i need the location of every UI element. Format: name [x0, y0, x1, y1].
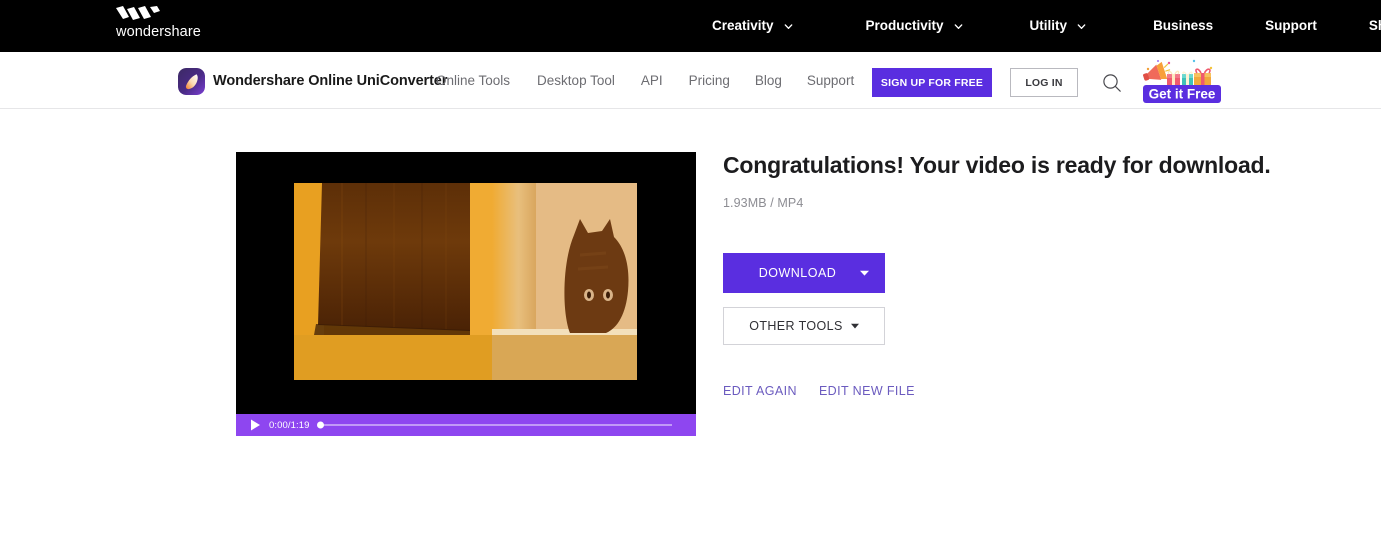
page-title: Congratulations! Your video is ready for… [723, 152, 1271, 178]
top-nav-label: Support [1265, 18, 1317, 34]
product-nav-item-pricing[interactable]: Pricing [689, 73, 730, 88]
top-nav-label: Productivity [865, 18, 944, 34]
file-info-label: 1.93MB / MP4 [723, 195, 804, 210]
video-still-image [294, 183, 637, 380]
top-nav-links: Creativity Productivity Utility Business… [712, 0, 1381, 52]
top-nav-item-shop[interactable]: Shop [1369, 0, 1381, 52]
download-panel: Congratulations! Your video is ready for… [723, 152, 1283, 398]
video-progress-slider[interactable] [316, 419, 672, 431]
wondershare-w-logo-icon [116, 6, 160, 20]
product-nav-item-online-tools[interactable]: Online Tools [436, 73, 510, 88]
video-time-label: 0:00/1:19 [269, 419, 310, 431]
download-button-label: DOWNLOAD [758, 266, 837, 280]
product-nav-links: Online Tools Desktop Tool API Pricing Bl… [436, 73, 854, 88]
top-nav-label: Shop [1368, 18, 1381, 34]
product-title: Wondershare Online UniConverter [213, 73, 448, 89]
chevron-down-icon [954, 23, 962, 29]
product-nav-item-blog[interactable]: Blog [755, 73, 782, 88]
chevron-down-icon [1077, 23, 1086, 29]
caret-down-icon [860, 270, 869, 276]
top-nav-item-productivity[interactable]: Productivity [866, 0, 964, 52]
edit-links: EDIT AGAIN EDIT NEW FILE [723, 384, 915, 398]
top-nav-label: Business [1153, 18, 1214, 34]
top-nav-item-business[interactable]: Business [1153, 0, 1213, 52]
download-button[interactable]: DOWNLOAD [723, 253, 885, 293]
top-nav-label: Creativity [712, 18, 774, 34]
uniconverter-logo-svg [178, 68, 205, 95]
video-thumbnail-frame [294, 183, 637, 380]
get-it-free-label: Get it Free [1149, 87, 1216, 102]
top-nav-label: Utility [1029, 18, 1068, 34]
top-navigation-bar: wondershare Creativity Productivity Util… [0, 0, 1381, 52]
other-tools-button-label: OTHER TOOLS [749, 319, 843, 333]
video-preview-card: 0:00/1:19 [236, 152, 696, 436]
product-nav-item-desktop-tool[interactable]: Desktop Tool [537, 73, 615, 88]
uniconverter-flame-logo-icon[interactable] [178, 68, 205, 95]
edit-new-file-link[interactable]: EDIT NEW FILE [819, 384, 915, 398]
search-icon[interactable] [1101, 72, 1123, 94]
log-in-button[interactable]: LOG IN [1010, 68, 1078, 97]
other-tools-button[interactable]: OTHER TOOLS [723, 307, 885, 345]
chevron-down-icon [784, 23, 792, 29]
video-player[interactable] [236, 152, 696, 414]
top-nav-item-utility[interactable]: Utility [1030, 0, 1088, 52]
megaphone-gift-icon: Get it Free [1143, 59, 1221, 103]
product-nav-item-support[interactable]: Support [807, 73, 854, 88]
product-nav-item-api[interactable]: API [641, 73, 663, 88]
search-icon-svg [1103, 74, 1121, 92]
top-nav-item-support[interactable]: Support [1265, 0, 1317, 52]
progress-track [322, 424, 672, 426]
wondershare-brand-label: wondershare [116, 24, 201, 40]
caret-down-icon [850, 323, 859, 329]
progress-handle[interactable] [316, 421, 324, 429]
wondershare-brand[interactable]: wondershare [116, 6, 201, 40]
edit-again-link[interactable]: EDIT AGAIN [723, 384, 797, 398]
get-it-free-promo-badge[interactable]: Get it Free [1139, 57, 1225, 105]
video-controls-bar: 0:00/1:19 [236, 414, 696, 436]
sign-up-for-free-button[interactable]: SIGN UP FOR FREE [872, 68, 992, 97]
play-icon[interactable] [250, 419, 261, 431]
top-nav-item-creativity[interactable]: Creativity [712, 0, 794, 52]
